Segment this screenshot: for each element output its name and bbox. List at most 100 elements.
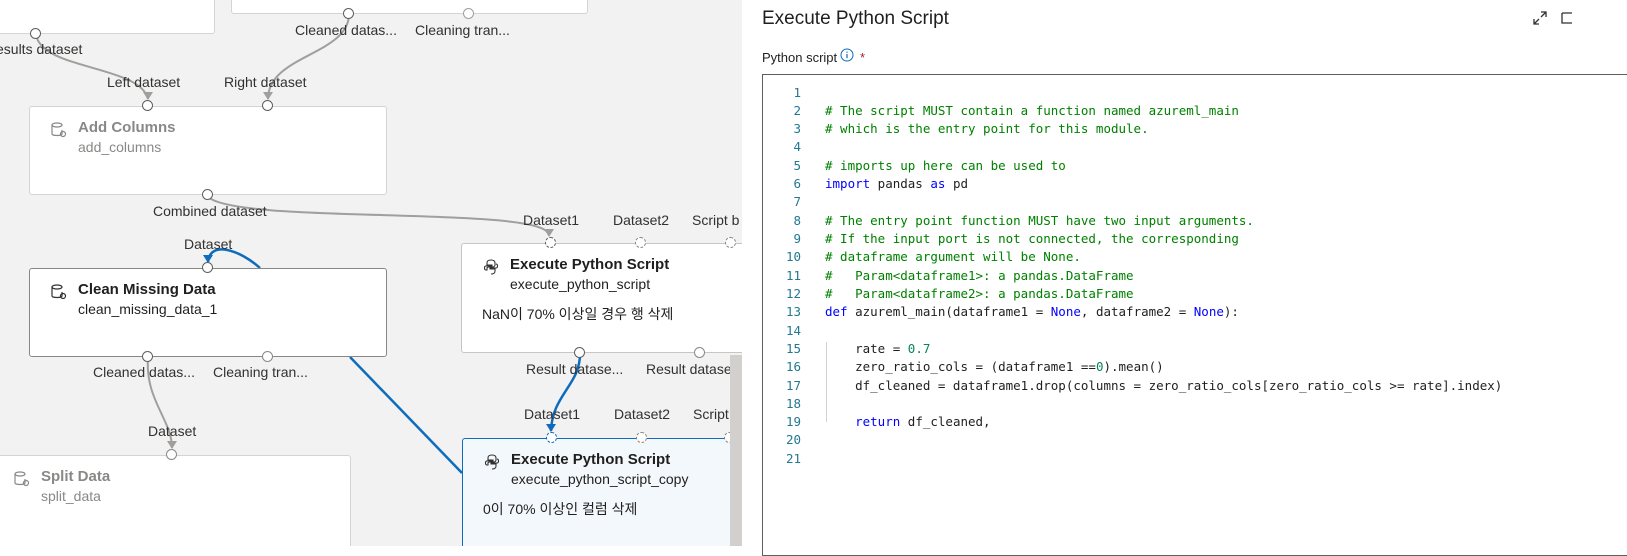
line-number-text: 10	[785, 249, 801, 264]
line-number-text: 2	[793, 103, 801, 118]
canvas-scrollbar[interactable]	[730, 355, 742, 546]
line-number-text: 5	[793, 158, 801, 173]
port-combined-dataset[interactable]	[202, 189, 213, 200]
port-label-combined-dataset: Combined dataset	[153, 203, 267, 219]
node-clean-missing-data[interactable]: Clean Missing Data clean_missing_data_1	[29, 268, 387, 357]
code-text: rate = 0.7	[825, 340, 930, 358]
code-text: import pandas as pd	[825, 175, 968, 193]
line-number-text: 14	[785, 323, 801, 338]
database-settings-icon	[51, 122, 67, 138]
line-number-text: 11	[785, 268, 801, 283]
line-number-text: 16	[785, 359, 801, 374]
port-label-script-bundle-b: Script	[693, 406, 729, 422]
line-number-text: 13	[785, 304, 801, 319]
port-result-dataset-1[interactable]	[574, 347, 585, 358]
line-number-text: 4	[793, 139, 801, 154]
database-settings-icon	[14, 471, 30, 487]
port-dataset-split-in[interactable]	[166, 449, 177, 460]
code-token: pandas	[870, 176, 931, 191]
code-keyword: return	[825, 414, 901, 429]
port-label-left-dataset: Left dataset	[107, 74, 181, 90]
node-execute-python-script-copy[interactable]: Execute Python Script execute_python_scr…	[462, 438, 742, 546]
node-title: Clean Missing Data	[78, 281, 216, 298]
code-text: # Param<dataframe2>: a pandas.DataFrame	[825, 286, 1134, 301]
port-label-cleaning-bottom: Cleaning tran...	[213, 364, 308, 380]
code-text: def azureml_main(dataframe1 = None, data…	[825, 303, 1239, 321]
node-title: Split Data	[41, 468, 111, 485]
wire-selected-2	[349, 356, 463, 474]
info-icon[interactable]	[840, 48, 854, 62]
line-number-text: 6	[793, 176, 801, 191]
node-subtitle: split_data	[41, 488, 101, 504]
code-token: rate =	[825, 341, 908, 356]
line-number-text: 8	[793, 213, 801, 228]
node-add-columns[interactable]: Add Columns add_columns	[29, 106, 387, 195]
code-text: # If the input port is not connected, th…	[825, 231, 1239, 246]
node-comment: 0이 70% 이상인 컬럼 삭제	[483, 501, 638, 517]
code-number: 0.7	[907, 341, 931, 356]
line-number-text: 21	[785, 451, 801, 466]
code-text: # The entry point function MUST have two…	[825, 213, 1254, 228]
code-token: pd	[945, 176, 969, 191]
node-comment: NaN이 70% 이상일 경우 행 삭제	[482, 306, 674, 322]
panel-title: Execute Python Script	[762, 8, 949, 29]
line-number-text: 15	[785, 341, 801, 356]
port-label-dataset2-a: Dataset2	[613, 212, 670, 228]
port-result-dataset-2[interactable]	[694, 347, 705, 358]
node-subtitle: add_columns	[78, 139, 162, 155]
code-text: # Param<dataframe1>: a pandas.DataFrame	[825, 268, 1134, 283]
port-label-results-dataset: esults dataset	[0, 41, 83, 57]
node-execute-python-script[interactable]: Execute Python Script execute_python_scr…	[461, 243, 742, 353]
port-dataset2-a[interactable]	[635, 237, 646, 248]
code-keyword: None	[1193, 304, 1224, 319]
port-cleaning-bottom[interactable]	[262, 351, 273, 362]
port-dataset2-b[interactable]	[636, 432, 647, 443]
port-right-dataset[interactable]	[262, 100, 273, 111]
database-settings-icon	[51, 284, 67, 300]
port-label-dataset1-a: Dataset1	[523, 212, 580, 228]
port-dataset1-b[interactable]	[546, 432, 557, 443]
port-script-bundle-a[interactable]	[725, 237, 736, 248]
panel-toggle-icon[interactable]	[1560, 10, 1572, 26]
port-label-dataset2-b: Dataset2	[614, 406, 671, 422]
code-token: zero_ratio_cols = (dataframe1 ==	[825, 359, 1096, 374]
port-label-cleaned-top: Cleaned datas...	[295, 22, 397, 38]
expand-icon[interactable]	[1532, 10, 1548, 26]
port-cleaning-top[interactable]	[463, 8, 474, 19]
line-number-text: 19	[785, 414, 801, 429]
code-text: # imports up here can be used to	[825, 158, 1066, 173]
code-keyword: def	[825, 304, 848, 319]
line-number-text: 3	[793, 121, 801, 136]
port-dataset1-a[interactable]	[545, 237, 556, 248]
line-number-text: 20	[785, 432, 801, 447]
line-number-text: 9	[793, 231, 801, 246]
line-number-text: 17	[785, 378, 801, 393]
port-label-cleaning-top: Cleaning tran...	[415, 22, 510, 38]
line-number-text: 1	[793, 85, 801, 100]
python-icon	[483, 259, 499, 275]
code-text: # which is the entry point for this modu…	[825, 121, 1149, 136]
node-split-data[interactable]: Split Data split_data	[0, 455, 351, 546]
required-mark: *	[860, 50, 866, 65]
code-text: df_cleaned = dataframe1.drop(columns = z…	[825, 378, 1503, 393]
port-left-dataset[interactable]	[142, 100, 153, 111]
code-text: # dataframe argument will be None.	[825, 249, 1081, 264]
port-dataset-clean-in[interactable]	[202, 262, 213, 273]
node-title: Add Columns	[78, 119, 176, 136]
code-text: return df_cleaned,	[825, 413, 990, 431]
code-token: , dataframe2 =	[1080, 304, 1194, 319]
port-results-dataset[interactable]	[30, 28, 41, 39]
port-cleaned-top[interactable]	[343, 8, 354, 19]
pipeline-canvas[interactable]: esults dataset Cleaned datas... Cleaning…	[0, 0, 742, 546]
port-label-result-dataset-1: Result datase...	[526, 361, 624, 377]
code-keyword: import	[825, 176, 871, 191]
code-keyword: None	[1050, 304, 1081, 319]
wire-selected-loop	[206, 248, 261, 269]
port-cleaned-bottom[interactable]	[142, 351, 153, 362]
port-label-dataset-split-in: Dataset	[148, 423, 197, 439]
python-code-editor[interactable]: 1 2 3 4 5 6 7 8 9 10 11 12 13 14 15 16 17 18 19 20 21 # The …	[762, 74, 1627, 556]
code-token: ):	[1223, 304, 1239, 319]
port-label-cleaned-bottom: Cleaned datas...	[93, 364, 195, 380]
line-number-text: 7	[793, 194, 801, 209]
node-top-right-partial[interactable]	[231, 0, 588, 14]
